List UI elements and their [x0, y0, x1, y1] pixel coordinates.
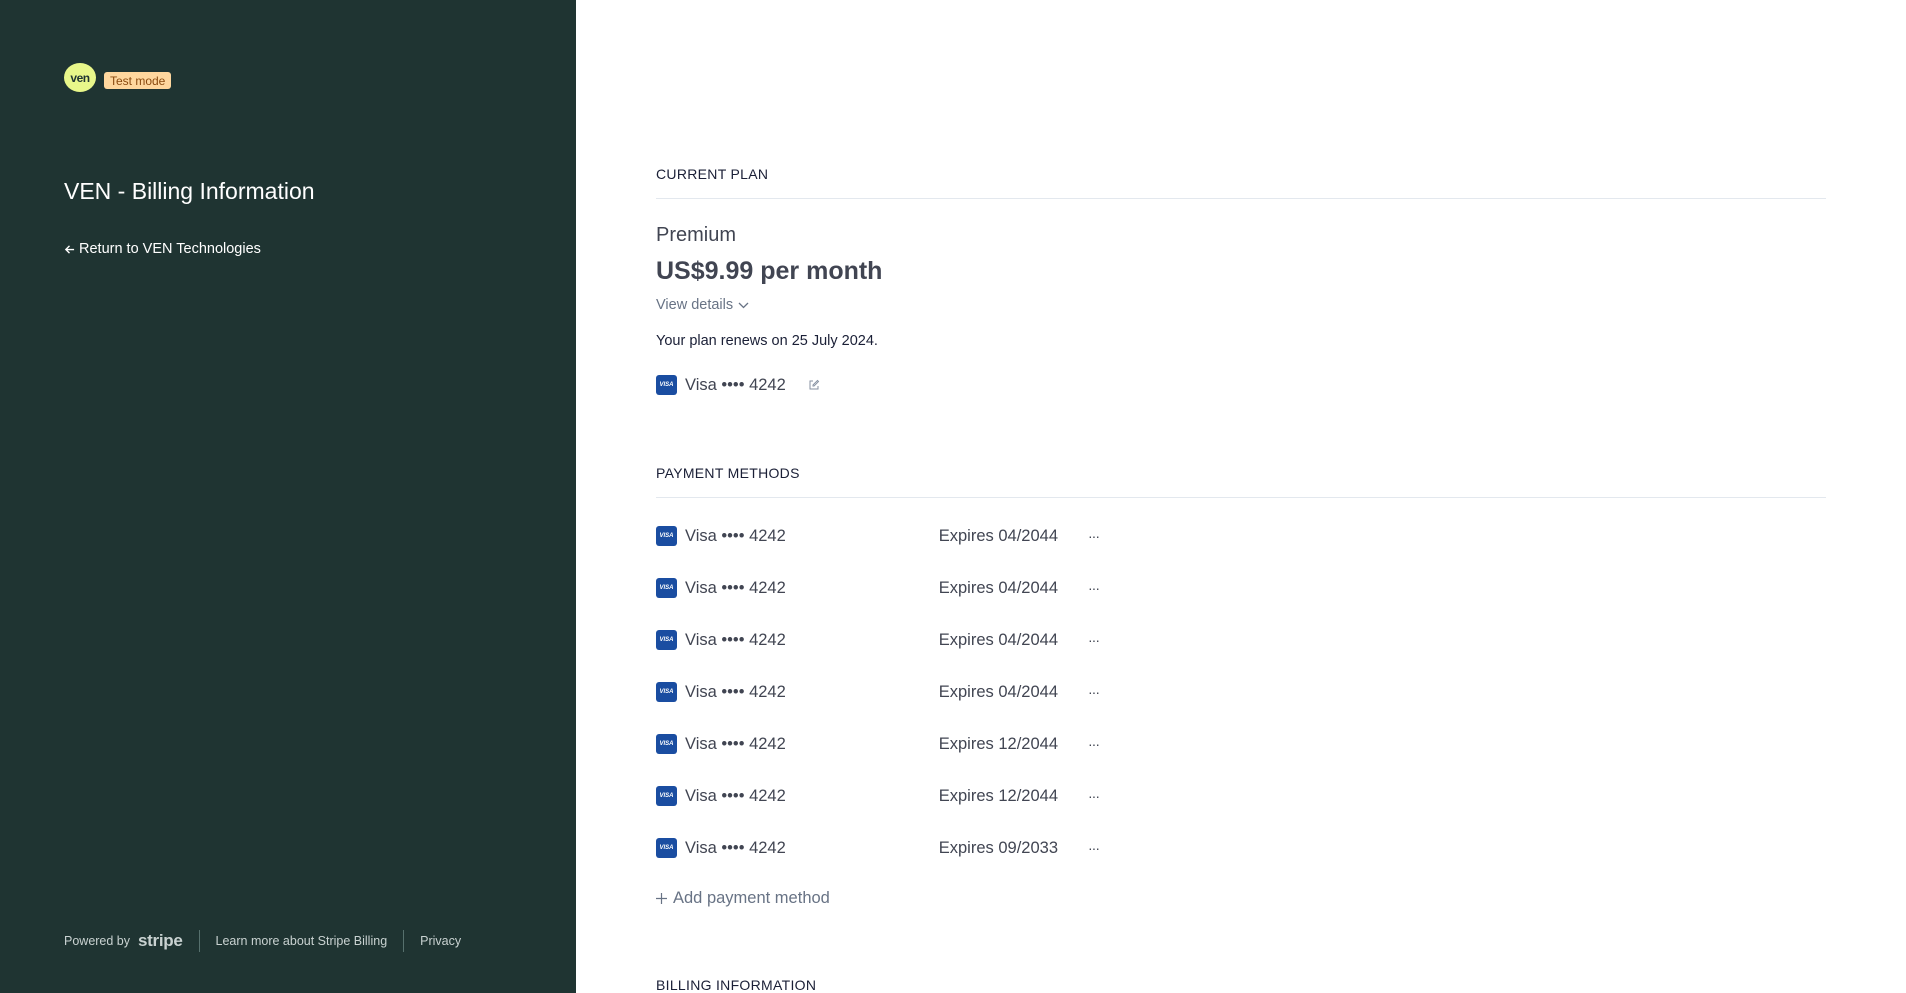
stripe-logo[interactable]: stripe — [138, 931, 183, 951]
arrow-left-icon — [64, 244, 75, 254]
visa-icon: VISA — [656, 578, 677, 598]
main-content: CURRENT PLAN Premium US$9.99 per month V… — [576, 0, 1906, 993]
card-expiry: Expires 09/2033 — [938, 838, 1058, 857]
current-plan-header: CURRENT PLAN — [656, 166, 1826, 199]
learn-more-link[interactable]: Learn more about Stripe Billing — [216, 934, 388, 948]
renewal-notice: Your plan renews on 25 July 2024. — [656, 333, 878, 349]
add-payment-method-button[interactable]: Add payment method — [656, 889, 830, 908]
card-expiry: Expires 12/2044 — [938, 734, 1058, 753]
card-expiry: Expires 12/2044 — [938, 786, 1058, 805]
visa-icon: VISA — [656, 526, 677, 546]
plus-icon — [656, 893, 667, 904]
chevron-down-icon — [738, 302, 749, 308]
edit-icon[interactable] — [808, 379, 820, 391]
card-label: Visa •••• 4242 — [685, 578, 786, 597]
return-link[interactable]: Return to VEN Technologies — [64, 241, 261, 257]
visa-icon: VISA — [656, 630, 677, 650]
card-label: Visa •••• 4242 — [685, 734, 786, 753]
payment-method-row: VISA Visa •••• 4242 Expires 04/2044 ··· — [656, 627, 1116, 653]
add-payment-method-label: Add payment method — [673, 889, 830, 907]
more-options-icon[interactable]: ··· — [1088, 528, 1100, 544]
card-expiry: Expires 04/2044 — [938, 682, 1058, 701]
payment-method-row: VISA Visa •••• 4242 Expires 04/2044 ··· — [656, 575, 1116, 601]
card-label: Visa •••• 4242 — [685, 375, 786, 394]
more-options-icon[interactable]: ··· — [1088, 840, 1100, 856]
payment-methods-header: PAYMENT METHODS — [656, 465, 1826, 498]
visa-icon: VISA — [656, 838, 677, 858]
privacy-link[interactable]: Privacy — [420, 934, 461, 948]
card-label: Visa •••• 4242 — [685, 682, 786, 701]
plan-price: US$9.99 per month — [656, 257, 883, 285]
plan-payment-card: VISA Visa •••• 4242 — [656, 375, 820, 395]
visa-icon: VISA — [656, 682, 677, 702]
payment-method-row: VISA Visa •••• 4242 Expires 12/2044 ··· — [656, 731, 1116, 757]
card-label: Visa •••• 4242 — [685, 630, 786, 649]
ven-logo: ven — [64, 63, 96, 92]
footer-divider — [403, 930, 405, 952]
more-options-icon[interactable]: ··· — [1088, 736, 1100, 752]
plan-name: Premium — [656, 224, 737, 246]
more-options-icon[interactable]: ··· — [1088, 580, 1100, 596]
payment-method-row: VISA Visa •••• 4242 Expires 04/2044 ··· — [656, 523, 1116, 549]
powered-by-label: Powered by — [64, 934, 131, 948]
footer-divider — [198, 930, 200, 952]
test-mode-badge: Test mode — [104, 72, 172, 89]
powered-by: Powered by stripe — [64, 931, 183, 951]
payment-method-row: VISA Visa •••• 4242 Expires 09/2033 ··· — [656, 835, 1116, 861]
visa-icon: VISA — [656, 786, 677, 806]
card-expiry: Expires 04/2044 — [938, 630, 1058, 649]
card-label: Visa •••• 4242 — [685, 838, 786, 857]
billing-information-header: BILLING INFORMATION — [656, 977, 817, 993]
card-expiry: Expires 04/2044 — [938, 578, 1058, 597]
view-details-toggle[interactable]: View details — [656, 297, 749, 313]
sidebar-footer: Powered by stripe Learn more about Strip… — [64, 930, 461, 952]
payment-method-row: VISA Visa •••• 4242 Expires 12/2044 ··· — [656, 783, 1116, 809]
visa-icon: VISA — [656, 734, 677, 754]
view-details-label: View details — [656, 297, 734, 313]
page-title: VEN - Billing Information — [64, 178, 315, 204]
card-label: Visa •••• 4242 — [685, 786, 786, 805]
card-expiry: Expires 04/2044 — [938, 526, 1058, 545]
more-options-icon[interactable]: ··· — [1088, 684, 1100, 700]
more-options-icon[interactable]: ··· — [1088, 788, 1100, 804]
payment-method-row: VISA Visa •••• 4242 Expires 04/2044 ··· — [656, 679, 1116, 705]
sidebar: ven Test mode VEN - Billing Information … — [0, 0, 576, 993]
more-options-icon[interactable]: ··· — [1088, 632, 1100, 648]
return-link-label: Return to VEN Technologies — [79, 241, 261, 257]
card-label: Visa •••• 4242 — [685, 526, 786, 545]
visa-icon: VISA — [656, 375, 677, 395]
